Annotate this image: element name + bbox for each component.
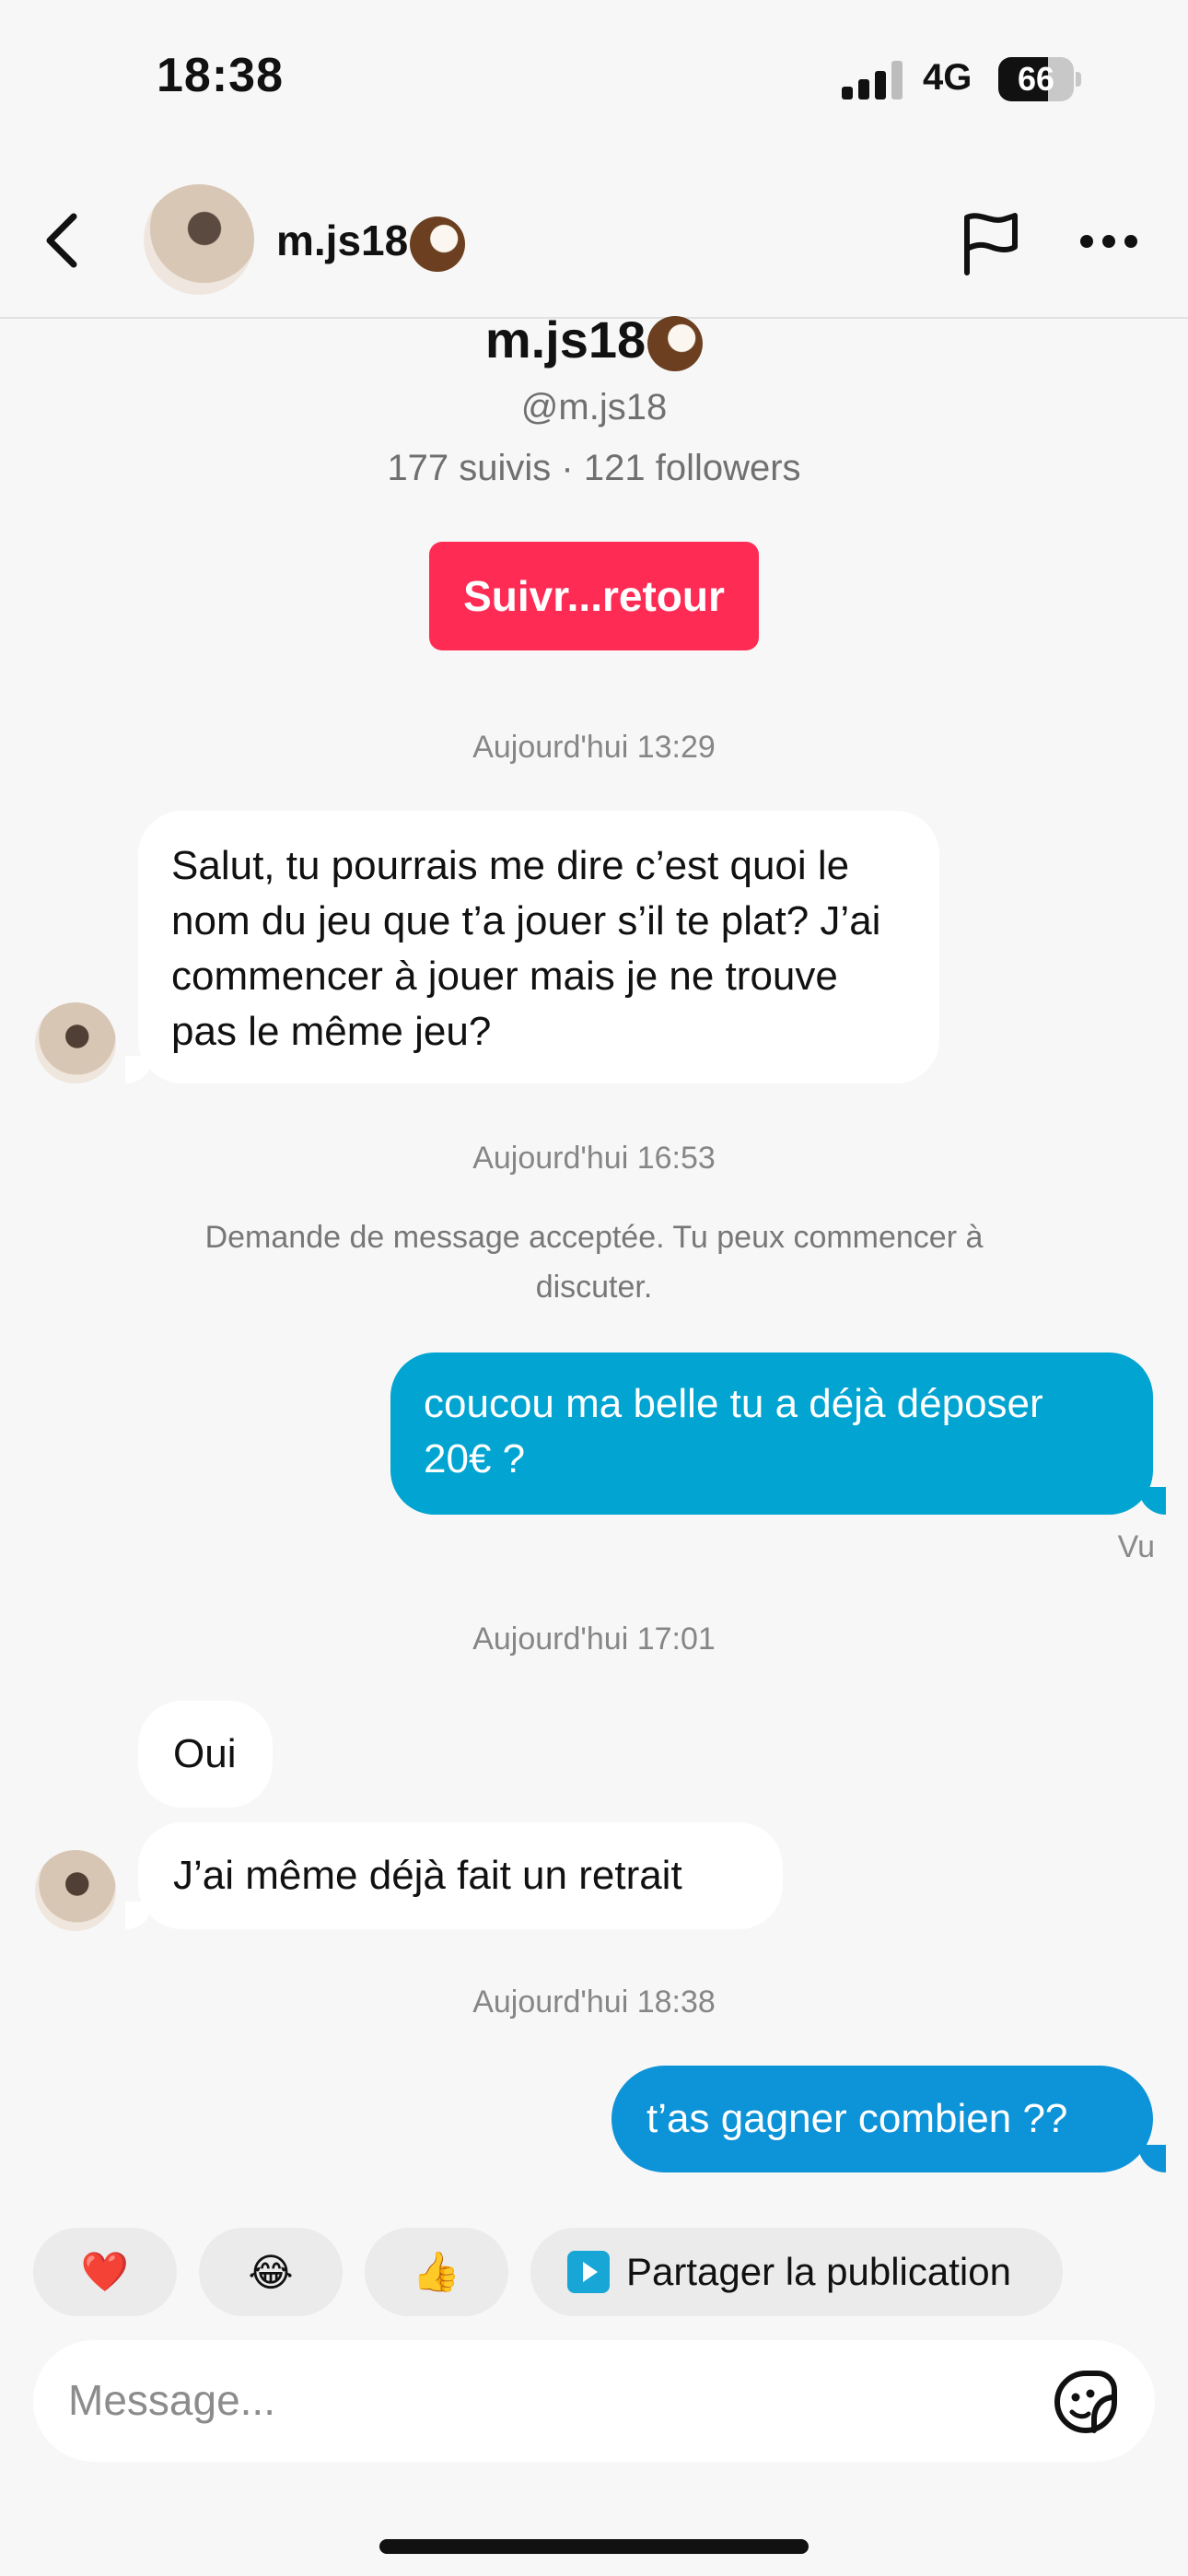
header-username-text: m.js18 — [276, 217, 409, 264]
quick-reply-thumbs-up[interactable]: 👍 — [365, 2228, 508, 2316]
timestamp: Aujourd'hui 18:38 — [472, 1985, 716, 2020]
seen-status: Vu — [1117, 1529, 1155, 1564]
incoming-message[interactable]: J’ai même déjà fait un retrait — [125, 1822, 783, 1929]
coconut-emoji-icon — [647, 316, 704, 372]
incoming-message[interactable]: Salut, tu pourrais me dire c’est quoi le… — [125, 811, 939, 1083]
play-icon — [567, 2251, 610, 2293]
flag-icon[interactable] — [958, 210, 1022, 276]
timestamp: Aujourd'hui 16:53 — [472, 1141, 716, 1176]
signal-icon — [842, 61, 906, 100]
back-icon[interactable] — [37, 207, 88, 274]
profile-name: m.js18 — [0, 310, 1188, 372]
status-time: 18:38 — [157, 49, 284, 102]
more-icon[interactable] — [1079, 234, 1138, 249]
avatar[interactable] — [144, 184, 254, 295]
share-post-label: Partager la publication — [626, 2250, 1011, 2293]
share-post-button[interactable]: Partager la publication — [530, 2228, 1063, 2316]
coconut-emoji-icon — [410, 216, 466, 272]
laughing-emoji-icon: 😂 — [248, 2250, 294, 2294]
system-message: Demande de message acceptée. Tu peux com… — [204, 1220, 984, 1305]
outgoing-message[interactable]: coucou ma belle tu a déjà déposer 20€ ? — [390, 1352, 1166, 1515]
network-label: 4G — [923, 57, 973, 98]
incoming-message[interactable]: Oui — [138, 1701, 273, 1808]
quick-reply-laugh[interactable]: 😂 — [199, 2228, 343, 2316]
profile-handle: @m.js18 — [520, 387, 668, 427]
follow-back-button[interactable]: Suivr...retour — [429, 542, 759, 650]
message-placeholder: Message... — [68, 2376, 275, 2424]
battery-icon: 66 — [998, 57, 1081, 101]
home-indicator — [379, 2539, 809, 2554]
timestamp: Aujourd'hui 13:29 — [472, 730, 716, 765]
sticker-icon[interactable] — [1050, 2366, 1122, 2438]
heart-emoji-icon: ❤️ — [80, 2249, 130, 2293]
outgoing-message[interactable]: t’as gagner combien ?? — [611, 2066, 1166, 2172]
timestamp: Aujourd'hui 17:01 — [472, 1622, 716, 1657]
sender-avatar[interactable] — [35, 1850, 116, 1931]
profile-stats: 177 suivis · 121 followers — [387, 448, 801, 488]
profile-name-text: m.js18 — [484, 310, 646, 369]
header-username[interactable]: m.js18 — [276, 216, 466, 272]
battery-percent: 66 — [1017, 60, 1055, 98]
sender-avatar[interactable] — [35, 1002, 116, 1083]
quick-reply-heart[interactable]: ❤️ — [33, 2228, 177, 2316]
thumbs-up-emoji-icon: 👍 — [412, 2249, 461, 2293]
